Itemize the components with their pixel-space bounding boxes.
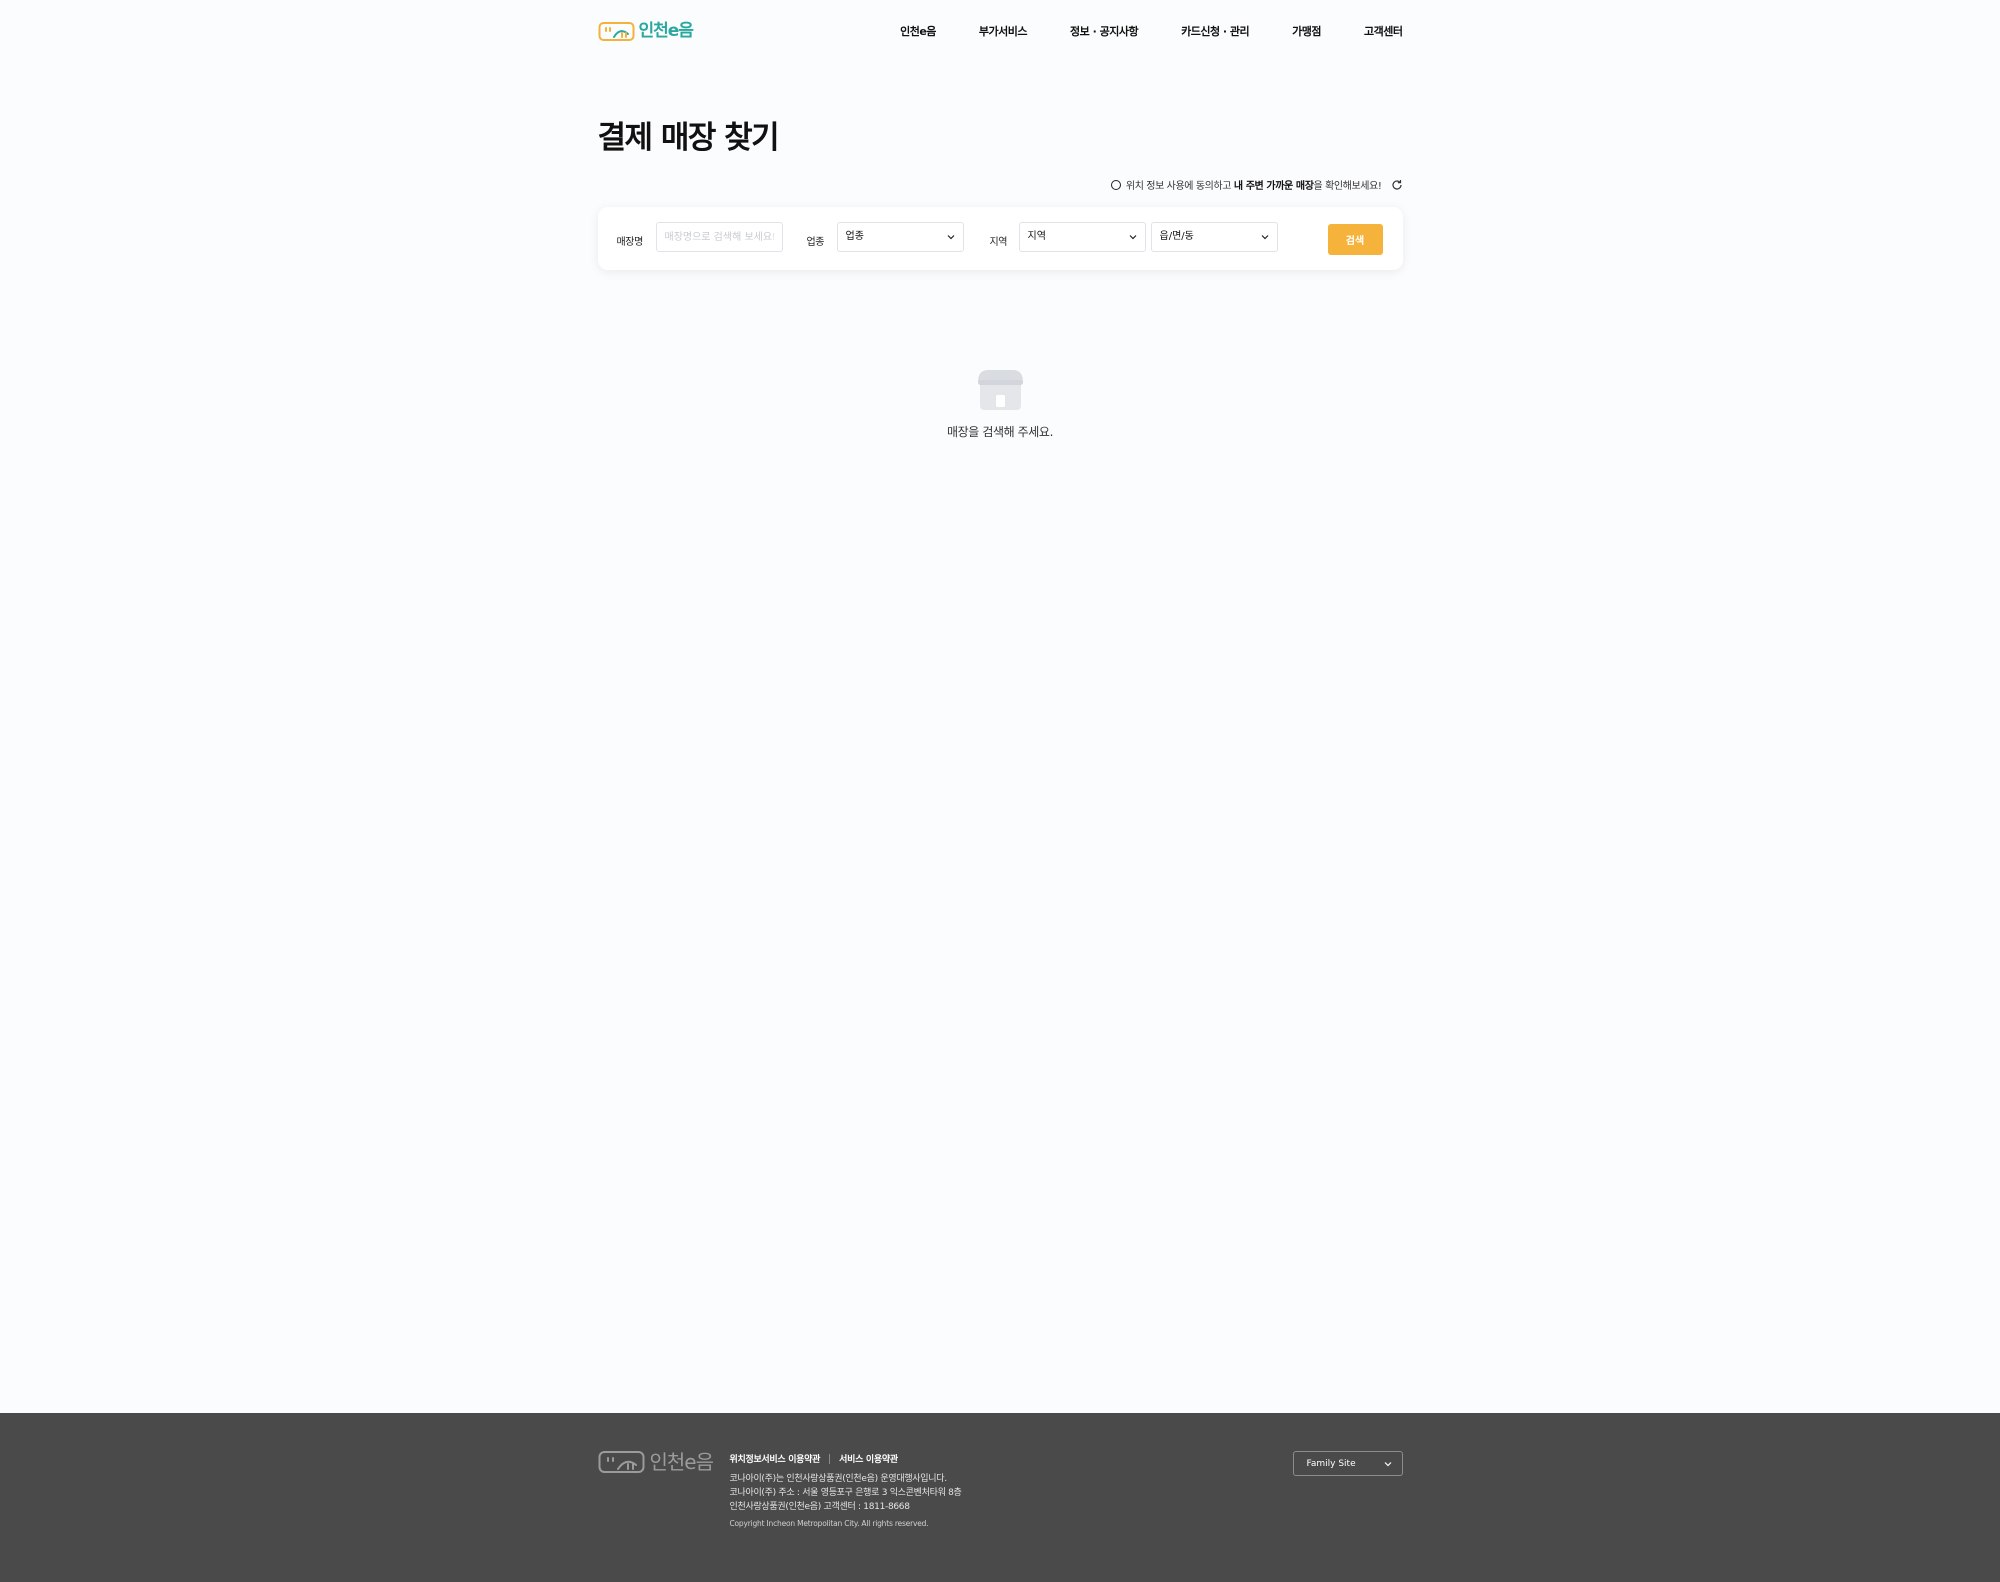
- footer-info-line: 인천사랑상품권(인천e음) 고객센터 : 1811-8668: [729, 1502, 910, 1512]
- category-select-value: 업종: [845, 231, 864, 242]
- footer-links: 위치정보서비스 이용약관 서비스 이용약관: [730, 1452, 898, 1465]
- region-select[interactable]: 지역: [1018, 222, 1146, 252]
- footer-container: 인천e음 위치정보서비스 이용약관 서비스 이용약관 코나아이(주)는 인천사랑…: [598, 1413, 1403, 1582]
- footer-logo-text: 인천e음: [649, 1450, 715, 1474]
- nav-item-extra-services[interactable]: 부가서비스: [979, 23, 1028, 39]
- category-select[interactable]: 업종: [836, 222, 964, 252]
- footer-copyright: Copyright Incheon Metropolitan City. All…: [729, 1519, 929, 1528]
- nav-item-customer-center[interactable]: 고객센터: [1364, 23, 1403, 39]
- empty-state: 매장을 검색해 주세요.: [598, 368, 1403, 440]
- footer-link-location-terms[interactable]: 위치정보서비스 이용약관: [730, 1452, 821, 1465]
- store-name-label: 매장명: [616, 237, 644, 248]
- location-consent-text: 위치 정보 사용에 동의하고 내 주변 가까운 매장을 확인해보세요!: [1126, 177, 1382, 192]
- site-footer: 인천e음 위치정보서비스 이용약관 서비스 이용약관 코나아이(주)는 인천사랑…: [0, 1413, 2000, 1582]
- search-button[interactable]: 검색: [1327, 224, 1383, 255]
- footer-link-divider: [829, 1453, 831, 1464]
- location-consent-radio[interactable]: [1110, 179, 1121, 190]
- logo-text: 인천e음: [638, 21, 694, 41]
- footer-link-service-terms[interactable]: 서비스 이용약관: [839, 1452, 898, 1465]
- chevron-down-icon: [1261, 235, 1268, 240]
- nav-item-incheon-eum[interactable]: 인천e음: [900, 23, 936, 39]
- region-select-value: 지역: [1027, 231, 1046, 242]
- site-header: 인천e음 인천e음 부가서비스 정보 · 공지사항 카드신청 · 관리 가맹점 …: [598, 0, 1403, 62]
- footer-logo-card-icon: [598, 1451, 644, 1473]
- family-site-label: Family Site: [1306, 1458, 1356, 1469]
- town-select-value: 읍/면/동: [1159, 231, 1194, 242]
- region-label: 지역: [989, 237, 1008, 248]
- store-name-input[interactable]: [655, 222, 783, 252]
- nav-item-merchant[interactable]: 가맹점: [1292, 23, 1321, 39]
- category-label: 업종: [806, 237, 825, 248]
- site-logo[interactable]: 인천e음: [598, 20, 694, 42]
- nav-item-card-apply[interactable]: 카드신청 · 관리: [1181, 23, 1250, 39]
- store-icon: [977, 370, 1023, 410]
- location-text-bold: 내 주변 가까운 매장: [1233, 181, 1314, 192]
- family-site-select[interactable]: Family Site: [1292, 1451, 1403, 1476]
- refresh-icon[interactable]: [1391, 179, 1403, 191]
- town-select[interactable]: 읍/면/동: [1150, 222, 1278, 252]
- chevron-down-icon: [947, 235, 954, 240]
- page-container: 인천e음 인천e음 부가서비스 정보 · 공지사항 카드신청 · 관리 가맹점 …: [597, 0, 1403, 1413]
- search-panel: 매장명 업종 업종 지역 지역 읍/면/동 검색: [597, 207, 1403, 270]
- footer-info-line: 코나아이(주) 주소 : 서울 영등포구 은행로 3 익스콘벤처타워 8층: [729, 1488, 962, 1498]
- footer-logo[interactable]: 인천e음: [598, 1449, 714, 1475]
- page-title: 결제 매장 찾기: [597, 120, 780, 156]
- location-text-before: 위치 정보 사용에 동의하고: [1125, 181, 1232, 192]
- chevron-down-icon: [1129, 235, 1136, 240]
- empty-state-message: 매장을 검색해 주세요.: [946, 425, 1053, 439]
- location-text-after: 을 확인해보세요!: [1313, 181, 1382, 192]
- location-consent: 위치 정보 사용에 동의하고 내 주변 가까운 매장을 확인해보세요!: [1110, 177, 1403, 192]
- nav-item-info-notice[interactable]: 정보 · 공지사항: [1070, 23, 1139, 39]
- footer-company-info: 코나아이(주)는 인천사랑상품권(인천e음) 운영대행사입니다. 코나아이(주)…: [730, 1472, 962, 1514]
- footer-info-line: 코나아이(주)는 인천사랑상품권(인천e음) 운영대행사입니다.: [729, 1474, 948, 1484]
- main-nav: 인천e음 부가서비스 정보 · 공지사항 카드신청 · 관리 가맹점 고객센터: [900, 23, 1403, 39]
- chevron-down-icon: [1384, 1461, 1391, 1466]
- logo-card-icon: [598, 22, 634, 41]
